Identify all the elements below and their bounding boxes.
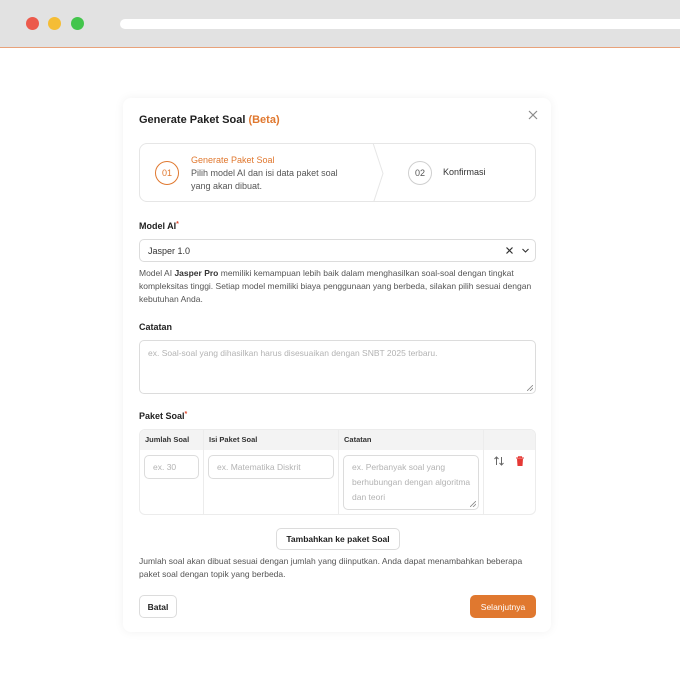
catatan-placeholder: ex. Soal-soal yang dihasilkan harus dise… bbox=[148, 348, 438, 358]
window-close-dot[interactable] bbox=[26, 17, 39, 30]
add-paket-soal-button[interactable]: Tambahkan ke paket Soal bbox=[276, 528, 400, 550]
clear-icon[interactable] bbox=[504, 245, 515, 256]
window-minimize-dot[interactable] bbox=[48, 17, 61, 30]
required-mark: * bbox=[184, 411, 188, 418]
close-icon[interactable] bbox=[526, 108, 540, 122]
paket-soal-label: Paket Soal* bbox=[139, 411, 187, 421]
cancel-button[interactable]: Batal bbox=[139, 595, 177, 618]
column-header-jumlah-soal: Jumlah Soal bbox=[145, 435, 190, 444]
model-ai-label-text: Model AI bbox=[139, 221, 177, 231]
column-divider bbox=[483, 430, 484, 514]
column-divider bbox=[338, 430, 339, 514]
step-2-number: 02 bbox=[408, 161, 432, 185]
catatan-row-textarea[interactable]: ex. Perbanyak soal yang berhubungan deng… bbox=[343, 455, 479, 510]
resize-handle-icon[interactable] bbox=[527, 385, 533, 391]
model-ai-help-prefix: Model AI bbox=[139, 268, 175, 278]
step-1-number: 01 bbox=[155, 161, 179, 185]
modal-title: Generate Paket Soal (Beta) bbox=[139, 114, 280, 126]
isi-paket-soal-input[interactable]: ex. Matematika Diskrit bbox=[208, 455, 334, 479]
trash-icon[interactable] bbox=[514, 455, 526, 467]
jumlah-soal-placeholder: ex. 30 bbox=[153, 462, 177, 472]
paket-soal-label-text: Paket Soal bbox=[139, 411, 185, 421]
browser-chrome bbox=[0, 0, 680, 48]
column-divider bbox=[203, 430, 204, 514]
step-separator-icon bbox=[372, 144, 384, 201]
catatan-textarea[interactable]: ex. Soal-soal yang dihasilkan harus dise… bbox=[139, 340, 536, 394]
column-header-isi-paket-soal: Isi Paket Soal bbox=[209, 435, 258, 444]
model-ai-help-bold: Jasper Pro bbox=[174, 268, 219, 278]
generate-paket-soal-modal: Generate Paket Soal (Beta) 01 Generate P… bbox=[123, 98, 551, 632]
model-ai-value: Jasper 1.0 bbox=[148, 246, 191, 256]
sort-icon[interactable] bbox=[493, 455, 505, 467]
paket-soal-table: Jumlah Soal Isi Paket Soal Catatan ex. 3… bbox=[139, 429, 536, 515]
column-header-catatan: Catatan bbox=[344, 435, 372, 444]
paket-soal-help: Jumlah soal akan dibuat sesuai dengan ju… bbox=[139, 556, 523, 579]
model-ai-label: Model AI* bbox=[139, 221, 179, 231]
beta-badge: (Beta) bbox=[248, 114, 280, 126]
catatan-label: Catatan bbox=[139, 322, 173, 332]
required-mark: * bbox=[176, 221, 179, 228]
chevron-down-icon[interactable] bbox=[520, 245, 531, 256]
jumlah-soal-input[interactable]: ex. 30 bbox=[144, 455, 199, 479]
stepper: 01 Generate Paket Soal Pilih model AI da… bbox=[139, 143, 536, 202]
model-ai-help: Model AI Jasper Pro memiliki kemampuan l… bbox=[139, 267, 536, 306]
window-maximize-dot[interactable] bbox=[71, 17, 84, 30]
step-1-description: Pilih model AI dan isi data paket soal y… bbox=[191, 168, 338, 191]
modal-title-text: Generate Paket Soal bbox=[139, 114, 246, 126]
model-ai-select[interactable]: Jasper 1.0 bbox=[139, 239, 536, 262]
next-button[interactable]: Selanjutnya bbox=[470, 595, 536, 618]
catatan-row-placeholder: ex. Perbanyak soal yang berhubungan deng… bbox=[352, 462, 471, 502]
step-1-title: Generate Paket Soal bbox=[191, 155, 275, 165]
resize-handle-icon[interactable] bbox=[470, 501, 476, 507]
isi-paket-soal-placeholder: ex. Matematika Diskrit bbox=[217, 462, 301, 472]
step-2-title: Konfirmasi bbox=[443, 167, 486, 177]
address-bar[interactable] bbox=[120, 19, 680, 29]
